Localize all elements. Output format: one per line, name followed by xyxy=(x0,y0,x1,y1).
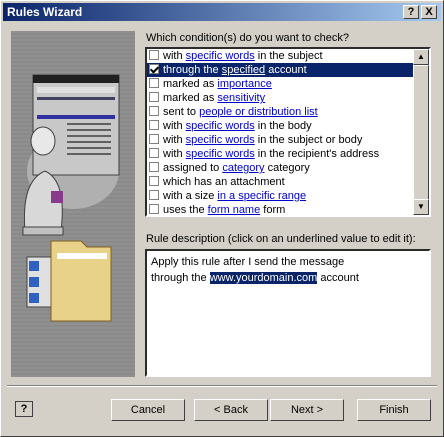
condition-checkbox[interactable] xyxy=(149,64,159,74)
description-line-2-post: account xyxy=(317,272,359,284)
condition-text-pre: which has an attachment xyxy=(163,176,285,188)
condition-row[interactable]: with specific words in the body xyxy=(147,119,413,133)
condition-value-link[interactable]: specific words xyxy=(186,120,255,132)
scroll-thumb[interactable] xyxy=(413,65,429,201)
condition-value-link[interactable]: specific words xyxy=(186,134,255,146)
condition-checkbox[interactable] xyxy=(149,50,159,60)
condition-row[interactable]: with specific words in the recipient's a… xyxy=(147,147,413,161)
description-line-2: through the www.yourdomain.com account xyxy=(151,270,425,286)
condition-text: with specific words in the subject xyxy=(163,49,323,63)
condition-text-pre: with xyxy=(163,120,186,132)
condition-text: with specific words in the body xyxy=(163,119,312,133)
condition-text-pre: with xyxy=(163,148,186,160)
conditions-scrollbar[interactable]: ▲ ▼ xyxy=(413,49,429,215)
condition-value-link[interactable]: in a specific range xyxy=(217,190,306,202)
condition-value-link[interactable]: people or distribution list xyxy=(199,106,318,118)
condition-text-post: in the subject or body xyxy=(254,134,363,146)
condition-text-pre: through the xyxy=(163,64,222,76)
condition-text: with a size in a specific range xyxy=(163,189,306,203)
condition-value-link[interactable]: category xyxy=(222,162,264,174)
condition-row[interactable]: assigned to category category xyxy=(147,161,413,175)
condition-text-post: in the subject xyxy=(254,50,323,62)
condition-checkbox[interactable] xyxy=(149,120,159,130)
scroll-down-icon[interactable]: ▼ xyxy=(413,199,429,215)
condition-checkbox[interactable] xyxy=(149,176,159,186)
help-icon[interactable]: ? xyxy=(15,401,33,417)
wizard-artwork-icon xyxy=(22,74,120,322)
condition-text-pre: uses the xyxy=(163,204,208,216)
condition-row[interactable]: uses the form name form xyxy=(147,203,413,216)
title-help-button[interactable]: ? xyxy=(403,5,419,19)
condition-text: with specific words in the recipient's a… xyxy=(163,147,379,161)
condition-text: through the specified account xyxy=(163,63,307,77)
separator xyxy=(7,385,437,387)
condition-checkbox[interactable] xyxy=(149,78,159,88)
condition-text-pre: marked as xyxy=(163,92,218,104)
close-button[interactable]: X xyxy=(421,5,437,19)
next-button[interactable]: Next > xyxy=(270,399,344,421)
condition-text-post: in the body xyxy=(254,120,312,132)
condition-text: assigned to category category xyxy=(163,161,310,175)
condition-checkbox[interactable] xyxy=(149,148,159,158)
condition-text-post: in the recipient's address xyxy=(254,148,380,160)
wizard-illustration xyxy=(11,31,135,377)
condition-row[interactable]: which has an attachment xyxy=(147,175,413,189)
condition-text-post: form xyxy=(260,204,286,216)
finish-button[interactable]: Finish xyxy=(357,399,431,421)
condition-value-link[interactable]: importance xyxy=(217,78,271,90)
condition-text: with specific words in the subject or bo… xyxy=(163,133,362,147)
condition-text-pre: marked as xyxy=(163,78,218,90)
condition-checkbox[interactable] xyxy=(149,92,159,102)
description-line-1: Apply this rule after I send the message xyxy=(151,256,345,268)
condition-text: marked as sensitivity xyxy=(163,91,265,105)
window-title: Rules Wizard xyxy=(7,5,83,19)
condition-checkbox[interactable] xyxy=(149,204,159,214)
condition-text-pre: sent to xyxy=(163,106,200,118)
conditions-prompt: Which condition(s) do you want to check? xyxy=(146,32,349,44)
condition-text: which has an attachment xyxy=(163,175,285,189)
rule-description-box: Apply this rule after I send the message… xyxy=(145,249,431,377)
condition-value-link[interactable]: specific words xyxy=(186,50,255,62)
condition-row[interactable]: through the specified account xyxy=(147,63,413,77)
condition-row[interactable]: with a size in a specific range xyxy=(147,189,413,203)
condition-row[interactable]: with specific words in the subject xyxy=(147,49,413,63)
condition-text-pre: assigned to xyxy=(163,162,223,174)
back-button[interactable]: < Back xyxy=(194,399,268,421)
cancel-button[interactable]: Cancel xyxy=(111,399,185,421)
scroll-up-icon[interactable]: ▲ xyxy=(413,49,429,65)
condition-checkbox[interactable] xyxy=(149,106,159,116)
condition-text: marked as importance xyxy=(163,77,272,91)
condition-value-link[interactable]: specific words xyxy=(186,148,255,160)
condition-row[interactable]: marked as sensitivity xyxy=(147,91,413,105)
description-line-2-pre: through the xyxy=(151,272,210,284)
condition-row[interactable]: marked as importance xyxy=(147,77,413,91)
condition-text: sent to people or distribution list xyxy=(163,105,318,119)
rule-description-label: Rule description (click on an underlined… xyxy=(146,233,416,245)
condition-text-pre: with a size xyxy=(163,190,218,202)
condition-text-pre: with xyxy=(163,50,186,62)
condition-checkbox[interactable] xyxy=(149,162,159,172)
condition-text-post: account xyxy=(265,64,307,76)
condition-checkbox[interactable] xyxy=(149,134,159,144)
condition-row[interactable]: with specific words in the subject or bo… xyxy=(147,133,413,147)
condition-text-post: category xyxy=(264,162,310,174)
condition-value-link[interactable]: form name xyxy=(208,204,261,215)
rules-wizard-dialog: Rules Wizard ? X Which condition(s) do y… xyxy=(0,0,444,437)
condition-text: uses the form name form xyxy=(163,203,286,216)
condition-checkbox[interactable] xyxy=(149,190,159,200)
condition-row[interactable]: sent to people or distribution list xyxy=(147,105,413,119)
account-value-link[interactable]: www.yourdomain.com xyxy=(209,272,318,284)
conditions-listbox[interactable]: with specific words in the subject throug… xyxy=(145,47,431,217)
condition-value-link[interactable]: sensitivity xyxy=(217,92,265,104)
title-bar: Rules Wizard ? X xyxy=(3,3,441,21)
condition-text-pre: with xyxy=(163,134,186,146)
condition-value-link[interactable]: specified xyxy=(222,64,265,76)
